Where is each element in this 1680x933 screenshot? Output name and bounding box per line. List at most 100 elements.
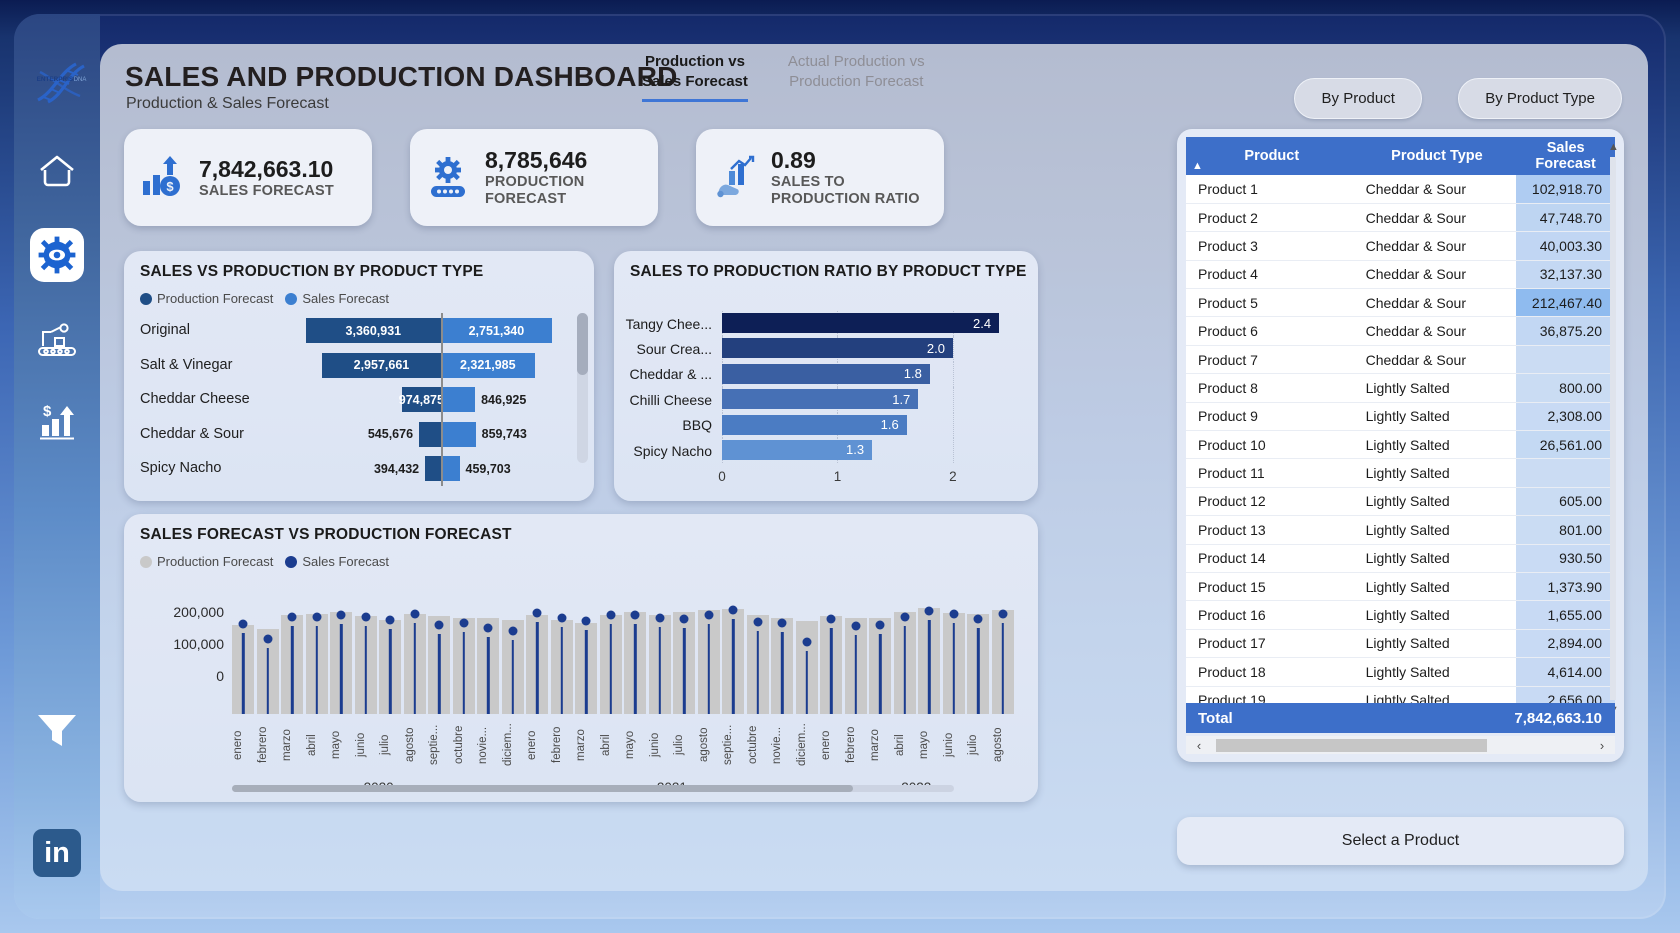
combo-column[interactable] — [330, 604, 352, 714]
tornado-bar-production[interactable]: 545,676 — [419, 422, 441, 447]
combo-column[interactable] — [428, 604, 450, 714]
table-row[interactable]: Product 18Lightly Salted4,614.00 — [1186, 658, 1615, 686]
combo-column[interactable] — [992, 604, 1014, 714]
table-row[interactable]: Product 15Lightly Salted1,373.90 — [1186, 572, 1615, 600]
tornado-bar-value: 974,875 — [399, 393, 444, 407]
table-row[interactable]: Product 17Lightly Salted2,894.00 — [1186, 629, 1615, 657]
table-row[interactable]: Product 14Lightly Salted930.50 — [1186, 544, 1615, 572]
scroll-up-icon[interactable]: ▲ — [1607, 141, 1620, 153]
tornado-bar-sales[interactable]: 2,321,985 — [441, 353, 535, 378]
ratio-bar[interactable]: 1.8 — [722, 364, 930, 384]
by-product-button[interactable]: By Product — [1294, 78, 1422, 119]
legend-swatch — [285, 556, 297, 568]
combo-column[interactable] — [575, 604, 597, 714]
combo-column[interactable] — [820, 604, 842, 714]
combo-column[interactable] — [355, 604, 377, 714]
tab-production-vs-sales-forecast[interactable]: Production vs Sales Forecast — [642, 52, 748, 102]
combo-column[interactable] — [281, 604, 303, 714]
table-row[interactable]: Product 10Lightly Salted26,561.00 — [1186, 431, 1615, 459]
combo-column[interactable] — [845, 604, 867, 714]
table-row[interactable]: Product 4Cheddar & Sour32,137.30 — [1186, 260, 1615, 288]
table-row[interactable]: Product 7Cheddar & Sour — [1186, 345, 1615, 373]
combo-column[interactable] — [624, 604, 646, 714]
combo-column[interactable] — [918, 604, 940, 714]
table-row[interactable]: Product 2Cheddar & Sour47,748.70 — [1186, 203, 1615, 231]
table-row[interactable]: Product 16Lightly Salted1,655.00 — [1186, 601, 1615, 629]
tornado-bar-production[interactable]: 2,957,661 — [322, 353, 441, 378]
table-body-scroll[interactable]: Product 1Cheddar & Sour102,918.70Product… — [1186, 175, 1615, 715]
tornado-bar-sales[interactable]: 859,743 — [441, 422, 476, 447]
combo-column[interactable] — [551, 604, 573, 714]
page-subtitle: Production & Sales Forecast — [126, 95, 329, 113]
combo-column[interactable] — [600, 604, 622, 714]
tornado-bar-sales[interactable]: 459,703 — [441, 456, 460, 481]
combo-column[interactable] — [404, 604, 426, 714]
combo-column[interactable] — [722, 604, 744, 714]
scrollbar-thumb[interactable] — [1216, 739, 1487, 752]
scroll-right-icon[interactable]: › — [1589, 738, 1615, 753]
sidebar-item-filter[interactable] — [30, 703, 84, 757]
ratio-bar[interactable]: 2.0 — [722, 338, 953, 358]
legend-label: Sales Forecast — [302, 291, 389, 306]
combo-column[interactable] — [502, 604, 524, 714]
combo-column[interactable] — [477, 604, 499, 714]
table-row[interactable]: Product 12Lightly Salted605.00 — [1186, 487, 1615, 515]
tornado-bar-production[interactable]: 394,432 — [425, 456, 441, 481]
tornado-bar-sales[interactable]: 2,751,340 — [441, 318, 552, 343]
tornado-row: Cheddar Cheese974,875846,925 — [124, 382, 586, 417]
combo-column[interactable] — [232, 604, 254, 714]
tornado-scrollbar[interactable] — [577, 313, 588, 463]
combo-column[interactable] — [673, 604, 695, 714]
tornado-bar-production[interactable]: 3,360,931 — [306, 318, 441, 343]
select-a-product-button[interactable]: Select a Product — [1177, 817, 1624, 865]
combo-horizontal-scrollbar[interactable] — [232, 785, 954, 792]
sidebar-item-production[interactable] — [30, 312, 84, 366]
sidebar-item-home[interactable] — [30, 144, 84, 198]
combo-column[interactable] — [257, 604, 279, 714]
combo-column[interactable] — [698, 604, 720, 714]
table-row[interactable]: Product 6Cheddar & Sour36,875.20 — [1186, 317, 1615, 345]
column-header-sales-forecast[interactable]: Sales Forecast — [1516, 137, 1615, 175]
sidebar-item-settings[interactable] — [30, 228, 84, 282]
table-row[interactable]: Product 1Cheddar & Sour102,918.70 — [1186, 175, 1615, 203]
combo-column[interactable] — [943, 604, 965, 714]
sidebar-item-revenue[interactable]: $ — [30, 396, 84, 450]
combo-column[interactable] — [796, 604, 818, 714]
table-row[interactable]: Product 9Lightly Salted2,308.00 — [1186, 402, 1615, 430]
combo-column[interactable] — [869, 604, 891, 714]
table-row[interactable]: Product 11Lightly Salted — [1186, 459, 1615, 487]
by-product-type-button[interactable]: By Product Type — [1458, 78, 1622, 119]
ratio-bar[interactable]: 1.3 — [722, 440, 872, 460]
column-header-product-type[interactable]: Product Type — [1358, 137, 1517, 175]
table-row[interactable]: Product 8Lightly Salted800.00 — [1186, 374, 1615, 402]
sidebar-item-linkedin[interactable]: in — [33, 829, 81, 877]
tornado-bar-sales[interactable]: 846,925 — [441, 387, 475, 412]
column-header-product[interactable]: ▲ Product — [1186, 137, 1358, 175]
combo-column[interactable] — [306, 604, 328, 714]
tornado-center-axis — [441, 451, 443, 486]
combo-column[interactable] — [649, 604, 671, 714]
gridline — [953, 362, 954, 387]
combo-column[interactable] — [967, 604, 989, 714]
sales-forecast-marker — [557, 614, 566, 623]
combo-column[interactable] — [379, 604, 401, 714]
combo-column[interactable] — [526, 604, 548, 714]
combo-column[interactable] — [747, 604, 769, 714]
table-row[interactable]: Product 3Cheddar & Sour40,003.30 — [1186, 232, 1615, 260]
tornado-bar-production[interactable]: 974,875 — [402, 387, 441, 412]
ratio-bar[interactable]: 1.6 — [722, 415, 907, 435]
combo-column[interactable] — [453, 604, 475, 714]
ratio-bar[interactable]: 2.4 — [722, 313, 999, 333]
sales-forecast-marker — [974, 614, 983, 623]
combo-column[interactable] — [771, 604, 793, 714]
table-vertical-scrollbar[interactable]: ▲ ▼ — [1607, 141, 1620, 716]
cell-sales-forecast: 212,467.40 — [1516, 289, 1615, 317]
scroll-left-icon[interactable]: ‹ — [1186, 738, 1212, 753]
tab-actual-production-vs-production-forecast[interactable]: Actual Production vs Production Forecast — [788, 52, 925, 102]
sales-forecast-marker — [288, 613, 297, 622]
table-row[interactable]: Product 5Cheddar & Sour212,467.40 — [1186, 289, 1615, 317]
ratio-bar[interactable]: 1.7 — [722, 389, 918, 409]
table-row[interactable]: Product 13Lightly Salted801.00 — [1186, 516, 1615, 544]
table-horizontal-scrollbar[interactable]: ‹ › — [1186, 736, 1615, 754]
combo-column[interactable] — [894, 604, 916, 714]
